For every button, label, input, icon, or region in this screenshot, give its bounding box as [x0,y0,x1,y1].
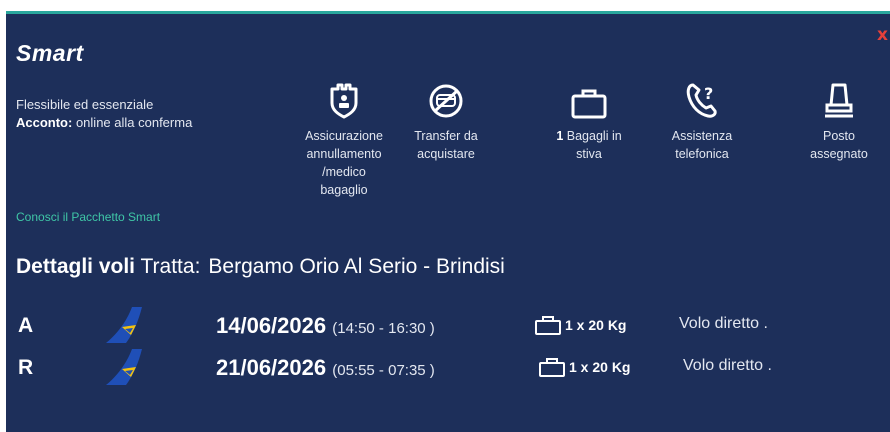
flight-direction-letter: A [18,314,34,337]
flight-row-outbound: A 14/06/2026 (14:50 - 16:30 ) 1 x 20 Kg … [6,307,890,343]
close-button[interactable]: x [877,25,888,45]
phone-help-icon: ? [686,83,717,118]
details-label: Dettagli voli [16,255,136,278]
feature-hold-luggage: 1 Bagagli in stiva [538,77,640,163]
package-panel: x Smart Flessibile ed essenziale Acconto… [6,11,890,432]
package-acconto: Acconto: online alla conferma [16,114,266,132]
airline-logo-icon [106,349,142,385]
luggage-count: 1 [556,129,564,143]
baggage-icon [539,358,565,377]
route-label: Tratta: [140,255,201,278]
feature-text-line: 1 Bagagli in [538,127,640,145]
flight-details-heading: Dettagli voli Tratta: Bergamo Orio Al Ser… [16,255,505,279]
flight-date: 21/06/2026 (05:55 - 07:35 ) [216,355,435,381]
feature-phone-assistance: ? Assistenza telefonica [651,77,753,163]
route-value: Bergamo Orio Al Serio - Brindisi [208,255,505,278]
transfer-bus-icon [429,84,463,118]
package-title: Smart [16,40,84,66]
feature-insurance: Assicurazione annullamento /medico bagag… [293,77,395,199]
feature-text: Assicurazione [305,129,383,143]
top-accent-line [6,11,890,14]
flight-date-value: 14/06/2026 [216,313,327,338]
feature-text: /medico [322,165,366,179]
feature-text: stiva [576,147,602,161]
feature-text: telefonica [675,147,729,161]
flight-time: (05:55 - 07:35 ) [332,362,435,379]
feature-transfer: Transfer da acquistare [395,77,497,163]
flight-date: 14/06/2026 (14:50 - 16:30 ) [216,313,435,339]
flight-time: (14:50 - 16:30 ) [332,320,435,337]
acconto-label: Acconto: [16,115,73,130]
flight-type: Volo diretto . [679,315,768,332]
package-description: Flessibile ed essenziale [16,97,154,112]
feature-text: Bagagli in [566,129,622,143]
feature-text: bagaglio [320,183,368,197]
feature-text: assegnato [810,147,868,161]
feature-text: Assistenza [671,129,733,143]
flight-date-value: 21/06/2026 [216,355,327,380]
insurance-shield-icon [330,83,358,119]
feature-text: Transfer da [414,129,478,143]
feature-text: Posto [823,129,855,143]
flight-type: Volo diretto . [683,357,772,374]
seat-icon [825,83,853,118]
feature-assigned-seat: Posto assegnato [788,77,890,163]
baggage-text: 1 x 20 Kg [569,359,631,375]
baggage-icon [535,316,561,335]
svg-text:?: ? [704,84,713,103]
package-info-link[interactable]: Conosci il Pacchetto Smart [16,210,160,224]
baggage-text: 1 x 20 Kg [565,317,627,333]
flight-row-return: R 21/06/2026 (05:55 - 07:35 ) 1 x 20 Kg … [6,349,890,385]
flight-direction-letter: R [18,356,34,379]
feature-text: annullamento [306,147,382,161]
baggage-allowance: 1 x 20 Kg [538,357,630,377]
suitcase-icon [571,89,607,119]
acconto-value: online alla conferma [72,115,193,130]
airline-logo-icon [106,307,142,343]
feature-text: acquistare [417,147,475,161]
baggage-allowance: 1 x 20 Kg [534,315,626,335]
